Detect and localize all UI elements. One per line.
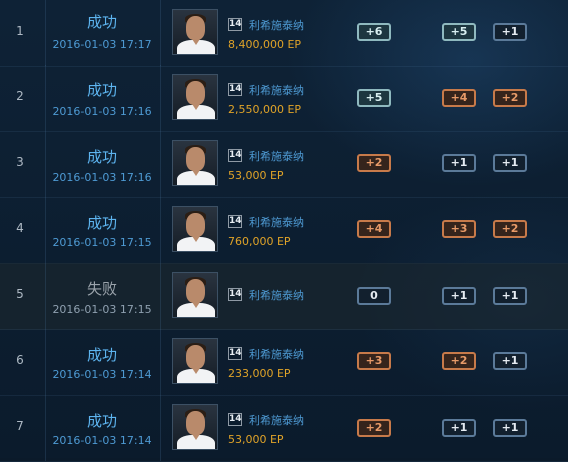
row-index: 7	[16, 419, 24, 433]
upgrade-badge: +5	[442, 23, 476, 41]
upgrade-badge: 0	[357, 287, 391, 305]
player-name[interactable]: 利希施泰纳	[249, 17, 304, 33]
row-index: 2	[16, 89, 24, 103]
level-badge-icon: 14	[228, 347, 242, 360]
status-text: 成功	[86, 346, 117, 364]
upgrade-badge: +2	[442, 352, 476, 370]
player-name[interactable]: 利希施泰纳	[249, 148, 304, 164]
ep-value: 8,400,000 EP	[228, 38, 302, 51]
upgrade-badge: +6	[357, 23, 391, 41]
timestamp: 2016-01-03 17:16	[52, 105, 152, 118]
ep-value: 233,000 EP	[228, 367, 291, 380]
row-index: 6	[16, 353, 24, 367]
history-row: 4 成功 2016-01-03 17:15 14 利希施泰纳 760,000 E…	[0, 197, 568, 264]
player-name[interactable]: 利希施泰纳	[249, 287, 304, 303]
upgrade-badge: +2	[493, 220, 527, 238]
player-avatar[interactable]	[172, 206, 218, 252]
upgrade-badge: +1	[493, 23, 527, 41]
timestamp: 2016-01-03 17:17	[52, 38, 152, 51]
upgrade-badge: +1	[442, 287, 476, 305]
timestamp: 2016-01-03 17:14	[52, 434, 152, 447]
player-avatar[interactable]	[172, 140, 218, 186]
upgrade-badge: +4	[357, 220, 391, 238]
row-index: 4	[16, 221, 24, 235]
player-name[interactable]: 利希施泰纳	[249, 82, 304, 98]
upgrade-badge: +1	[493, 287, 527, 305]
status-text: 成功	[86, 214, 117, 232]
ep-value: 760,000 EP	[228, 235, 291, 248]
player-avatar[interactable]	[172, 272, 218, 318]
player-avatar[interactable]	[172, 404, 218, 450]
upgrade-badge: +1	[493, 352, 527, 370]
level-badge-icon: 14	[228, 288, 242, 301]
history-row: 5 失败 2016-01-03 17:15 14 利希施泰纳 0 +1 +1	[0, 263, 568, 330]
level-badge-icon: 14	[228, 215, 242, 228]
player-name[interactable]: 利希施泰纳	[249, 214, 304, 230]
player-avatar[interactable]	[172, 9, 218, 55]
ep-value: 2,550,000 EP	[228, 103, 302, 116]
history-row: 6 成功 2016-01-03 17:14 14 利希施泰纳 233,000 E…	[0, 329, 568, 396]
upgrade-badge: +1	[493, 419, 527, 437]
status-text: 失败	[86, 280, 117, 298]
upgrade-badge: +3	[357, 352, 391, 370]
history-row: 1 成功 2016-01-03 17:17 14 利希施泰纳 8,400,000…	[0, 0, 568, 67]
timestamp: 2016-01-03 17:15	[52, 303, 152, 316]
player-name[interactable]: 利希施泰纳	[249, 412, 304, 428]
timestamp: 2016-01-03 17:16	[52, 171, 152, 184]
timestamp: 2016-01-03 17:14	[52, 368, 152, 381]
upgrade-badge: +4	[442, 89, 476, 107]
history-row: 7 成功 2016-01-03 17:14 14 利希施泰纳 53,000 EP…	[0, 395, 568, 462]
upgrade-badge: +1	[442, 419, 476, 437]
history-row: 3 成功 2016-01-03 17:16 14 利希施泰纳 53,000 EP…	[0, 131, 568, 198]
history-row: 2 成功 2016-01-03 17:16 14 利希施泰纳 2,550,000…	[0, 65, 568, 132]
upgrade-badge: +5	[357, 89, 391, 107]
player-name[interactable]: 利希施泰纳	[249, 346, 304, 362]
upgrade-badge: +2	[357, 419, 391, 437]
upgrade-badge: +3	[442, 220, 476, 238]
row-index: 1	[16, 24, 24, 38]
timestamp: 2016-01-03 17:15	[52, 236, 152, 249]
upgrade-history-table: 1 成功 2016-01-03 17:17 14 利希施泰纳 8,400,000…	[0, 0, 568, 462]
upgrade-badge: +1	[442, 154, 476, 172]
ep-value: 53,000 EP	[228, 433, 284, 446]
ep-value: 53,000 EP	[228, 169, 284, 182]
row-index: 5	[16, 287, 24, 301]
status-text: 成功	[86, 148, 117, 166]
level-badge-icon: 14	[228, 83, 242, 96]
upgrade-badge: +1	[493, 154, 527, 172]
upgrade-badge: +2	[357, 154, 391, 172]
upgrade-badge: +2	[493, 89, 527, 107]
player-avatar[interactable]	[172, 74, 218, 120]
row-index: 3	[16, 155, 24, 169]
status-text: 成功	[86, 81, 117, 99]
status-text: 成功	[86, 13, 117, 31]
level-badge-icon: 14	[228, 149, 242, 162]
level-badge-icon: 14	[228, 18, 242, 31]
level-badge-icon: 14	[228, 413, 242, 426]
status-text: 成功	[86, 412, 117, 430]
player-avatar[interactable]	[172, 338, 218, 384]
